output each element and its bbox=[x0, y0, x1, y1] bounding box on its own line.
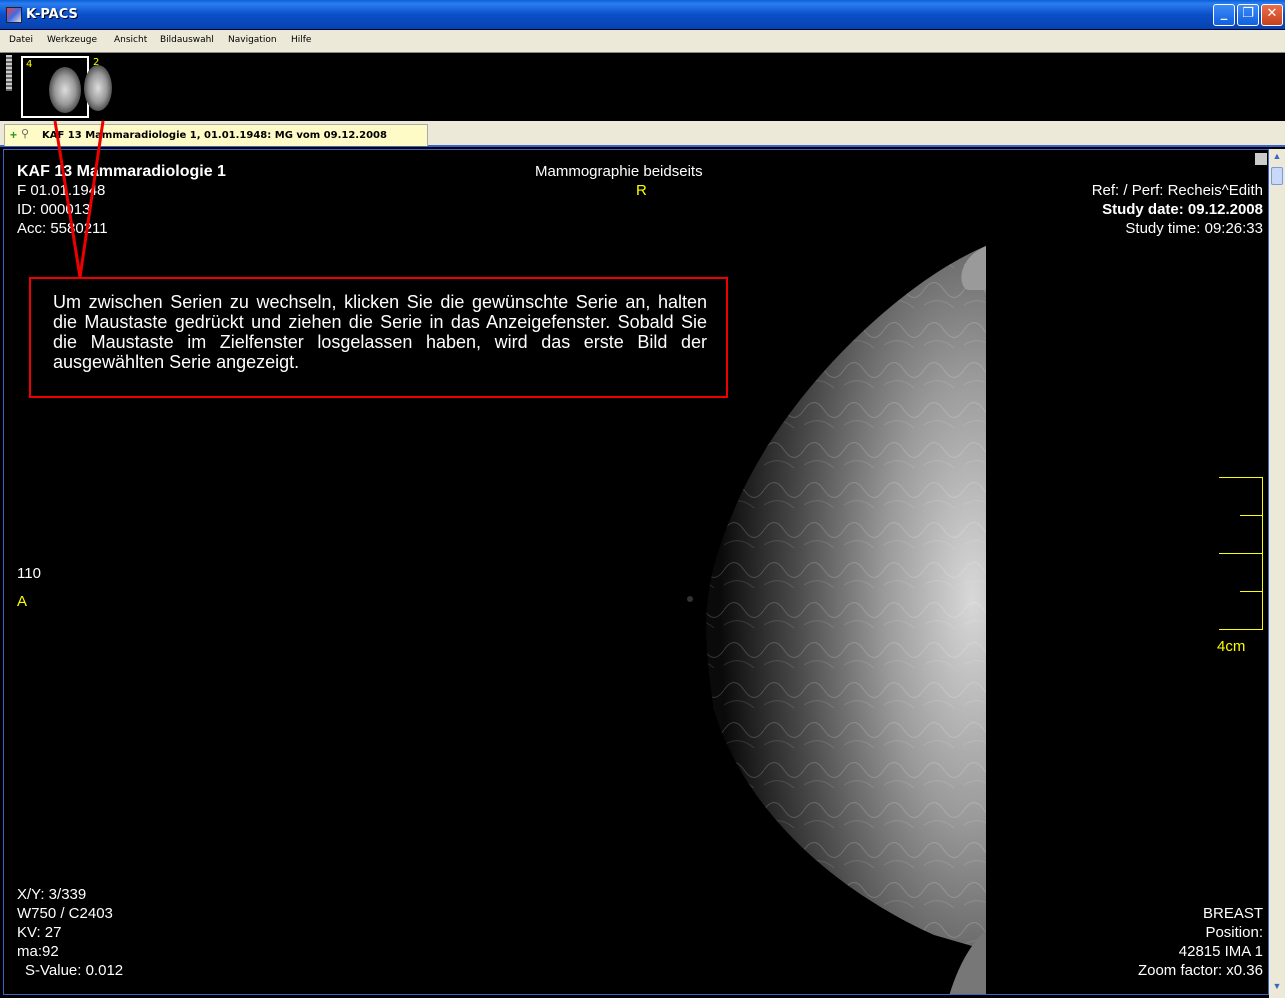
series-thumbnail-strip bbox=[0, 52, 1285, 121]
menu-werkzeuge[interactable]: Werkzeuge bbox=[47, 35, 97, 45]
accession-number: Acc: 5580211 bbox=[17, 220, 108, 237]
thumbnail-image bbox=[84, 65, 112, 111]
kv-value: KV: 27 bbox=[17, 924, 62, 941]
minimize-button[interactable]: _ bbox=[1213, 4, 1235, 26]
study-date: Study date: 09.12.2008 bbox=[1102, 201, 1263, 218]
series-number: 4 bbox=[26, 59, 33, 70]
scroll-up-icon[interactable]: ▲ bbox=[1271, 151, 1283, 165]
series-thumbnail[interactable]: 2 bbox=[84, 56, 122, 118]
scroll-down-icon[interactable]: ▼ bbox=[1271, 981, 1283, 995]
scale-tick bbox=[1219, 629, 1263, 630]
study-description: Mammographie beidseits bbox=[535, 163, 703, 180]
patient-name: KAF 13 Mammaradiologie 1 bbox=[17, 163, 226, 180]
add-icon: + bbox=[10, 128, 18, 142]
minimize-icon: _ bbox=[1220, 6, 1228, 21]
zoom-factor: Zoom factor: x0.36 bbox=[1137, 962, 1263, 979]
window-title: K-PACS bbox=[26, 7, 78, 22]
thumbnail-image bbox=[49, 67, 81, 113]
toolbar-grip-handle[interactable] bbox=[6, 55, 12, 91]
body-part: BREAST bbox=[1202, 905, 1263, 922]
scale-tick bbox=[1219, 553, 1263, 554]
menu-bar: Datei Werkzeuge Ansicht Bildauswahl Navi… bbox=[0, 30, 1285, 52]
window-level: W750 / C2403 bbox=[17, 905, 113, 922]
menu-navigation[interactable]: Navigation bbox=[228, 35, 277, 45]
orientation-label-top: R bbox=[636, 182, 647, 199]
instruction-callout: Um zwischen Serien zu wechseln, klicken … bbox=[29, 277, 728, 398]
viewer-corner-box bbox=[1255, 153, 1267, 165]
position-label: Position: bbox=[1205, 924, 1263, 941]
series-thumbnail[interactable]: 4 bbox=[21, 56, 89, 118]
patient-sex-birthdate: F 01.01.1948 bbox=[17, 182, 106, 199]
close-button[interactable]: ✕ bbox=[1261, 4, 1283, 26]
referring-physician: Ref: / Perf: Recheis^Edith bbox=[1091, 182, 1263, 199]
study-time: Study time: 09:26:33 bbox=[1125, 220, 1263, 237]
orientation-label-left: A bbox=[17, 593, 28, 610]
menu-datei[interactable]: Datei bbox=[9, 35, 33, 45]
scale-tick bbox=[1240, 591, 1263, 592]
search-icon: ⚲ bbox=[21, 128, 30, 140]
scale-label: 4cm bbox=[1217, 638, 1246, 655]
slice-value: 110 bbox=[17, 565, 41, 582]
image-viewer[interactable]: KAF 13 Mammaradiologie 1 F 01.01.1948 ID… bbox=[3, 149, 1269, 995]
vertical-scrollbar[interactable]: ▲ ▼ bbox=[1269, 149, 1285, 998]
ma-value: ma:92 bbox=[17, 943, 59, 960]
menu-bildauswahl[interactable]: Bildauswahl bbox=[160, 35, 214, 45]
instruction-text: Um zwischen Serien zu wechseln, klicken … bbox=[53, 292, 707, 372]
scale-bar bbox=[1262, 477, 1263, 630]
title-bar: K-PACS _ ❐ ✕ bbox=[0, 0, 1285, 30]
cursor-xy: X/Y: 3/339 bbox=[17, 886, 87, 903]
menu-ansicht[interactable]: Ansicht bbox=[114, 35, 147, 45]
scrollbar-thumb[interactable] bbox=[1271, 167, 1283, 185]
restore-button[interactable]: ❐ bbox=[1237, 4, 1259, 26]
kpacs-app-icon bbox=[6, 7, 22, 23]
patient-id: ID: 000013 bbox=[17, 201, 91, 218]
scale-tick bbox=[1219, 477, 1263, 478]
study-tab[interactable]: + ⚲ KAF 13 Mammaradiologie 1, 01.01.1948… bbox=[4, 124, 428, 146]
study-tab-bar: + ⚲ KAF 13 Mammaradiologie 1, 01.01.1948… bbox=[0, 121, 1285, 147]
scale-tick bbox=[1240, 515, 1263, 516]
restore-icon: ❐ bbox=[1242, 6, 1254, 21]
s-value: S-Value: 0.012 bbox=[25, 962, 124, 979]
study-tab-label: KAF 13 Mammaradiologie 1, 01.01.1948: MG… bbox=[42, 130, 387, 141]
image-number: 42815 IMA 1 bbox=[1178, 943, 1263, 960]
close-icon: ✕ bbox=[1266, 6, 1278, 21]
menu-hilfe[interactable]: Hilfe bbox=[291, 35, 311, 45]
